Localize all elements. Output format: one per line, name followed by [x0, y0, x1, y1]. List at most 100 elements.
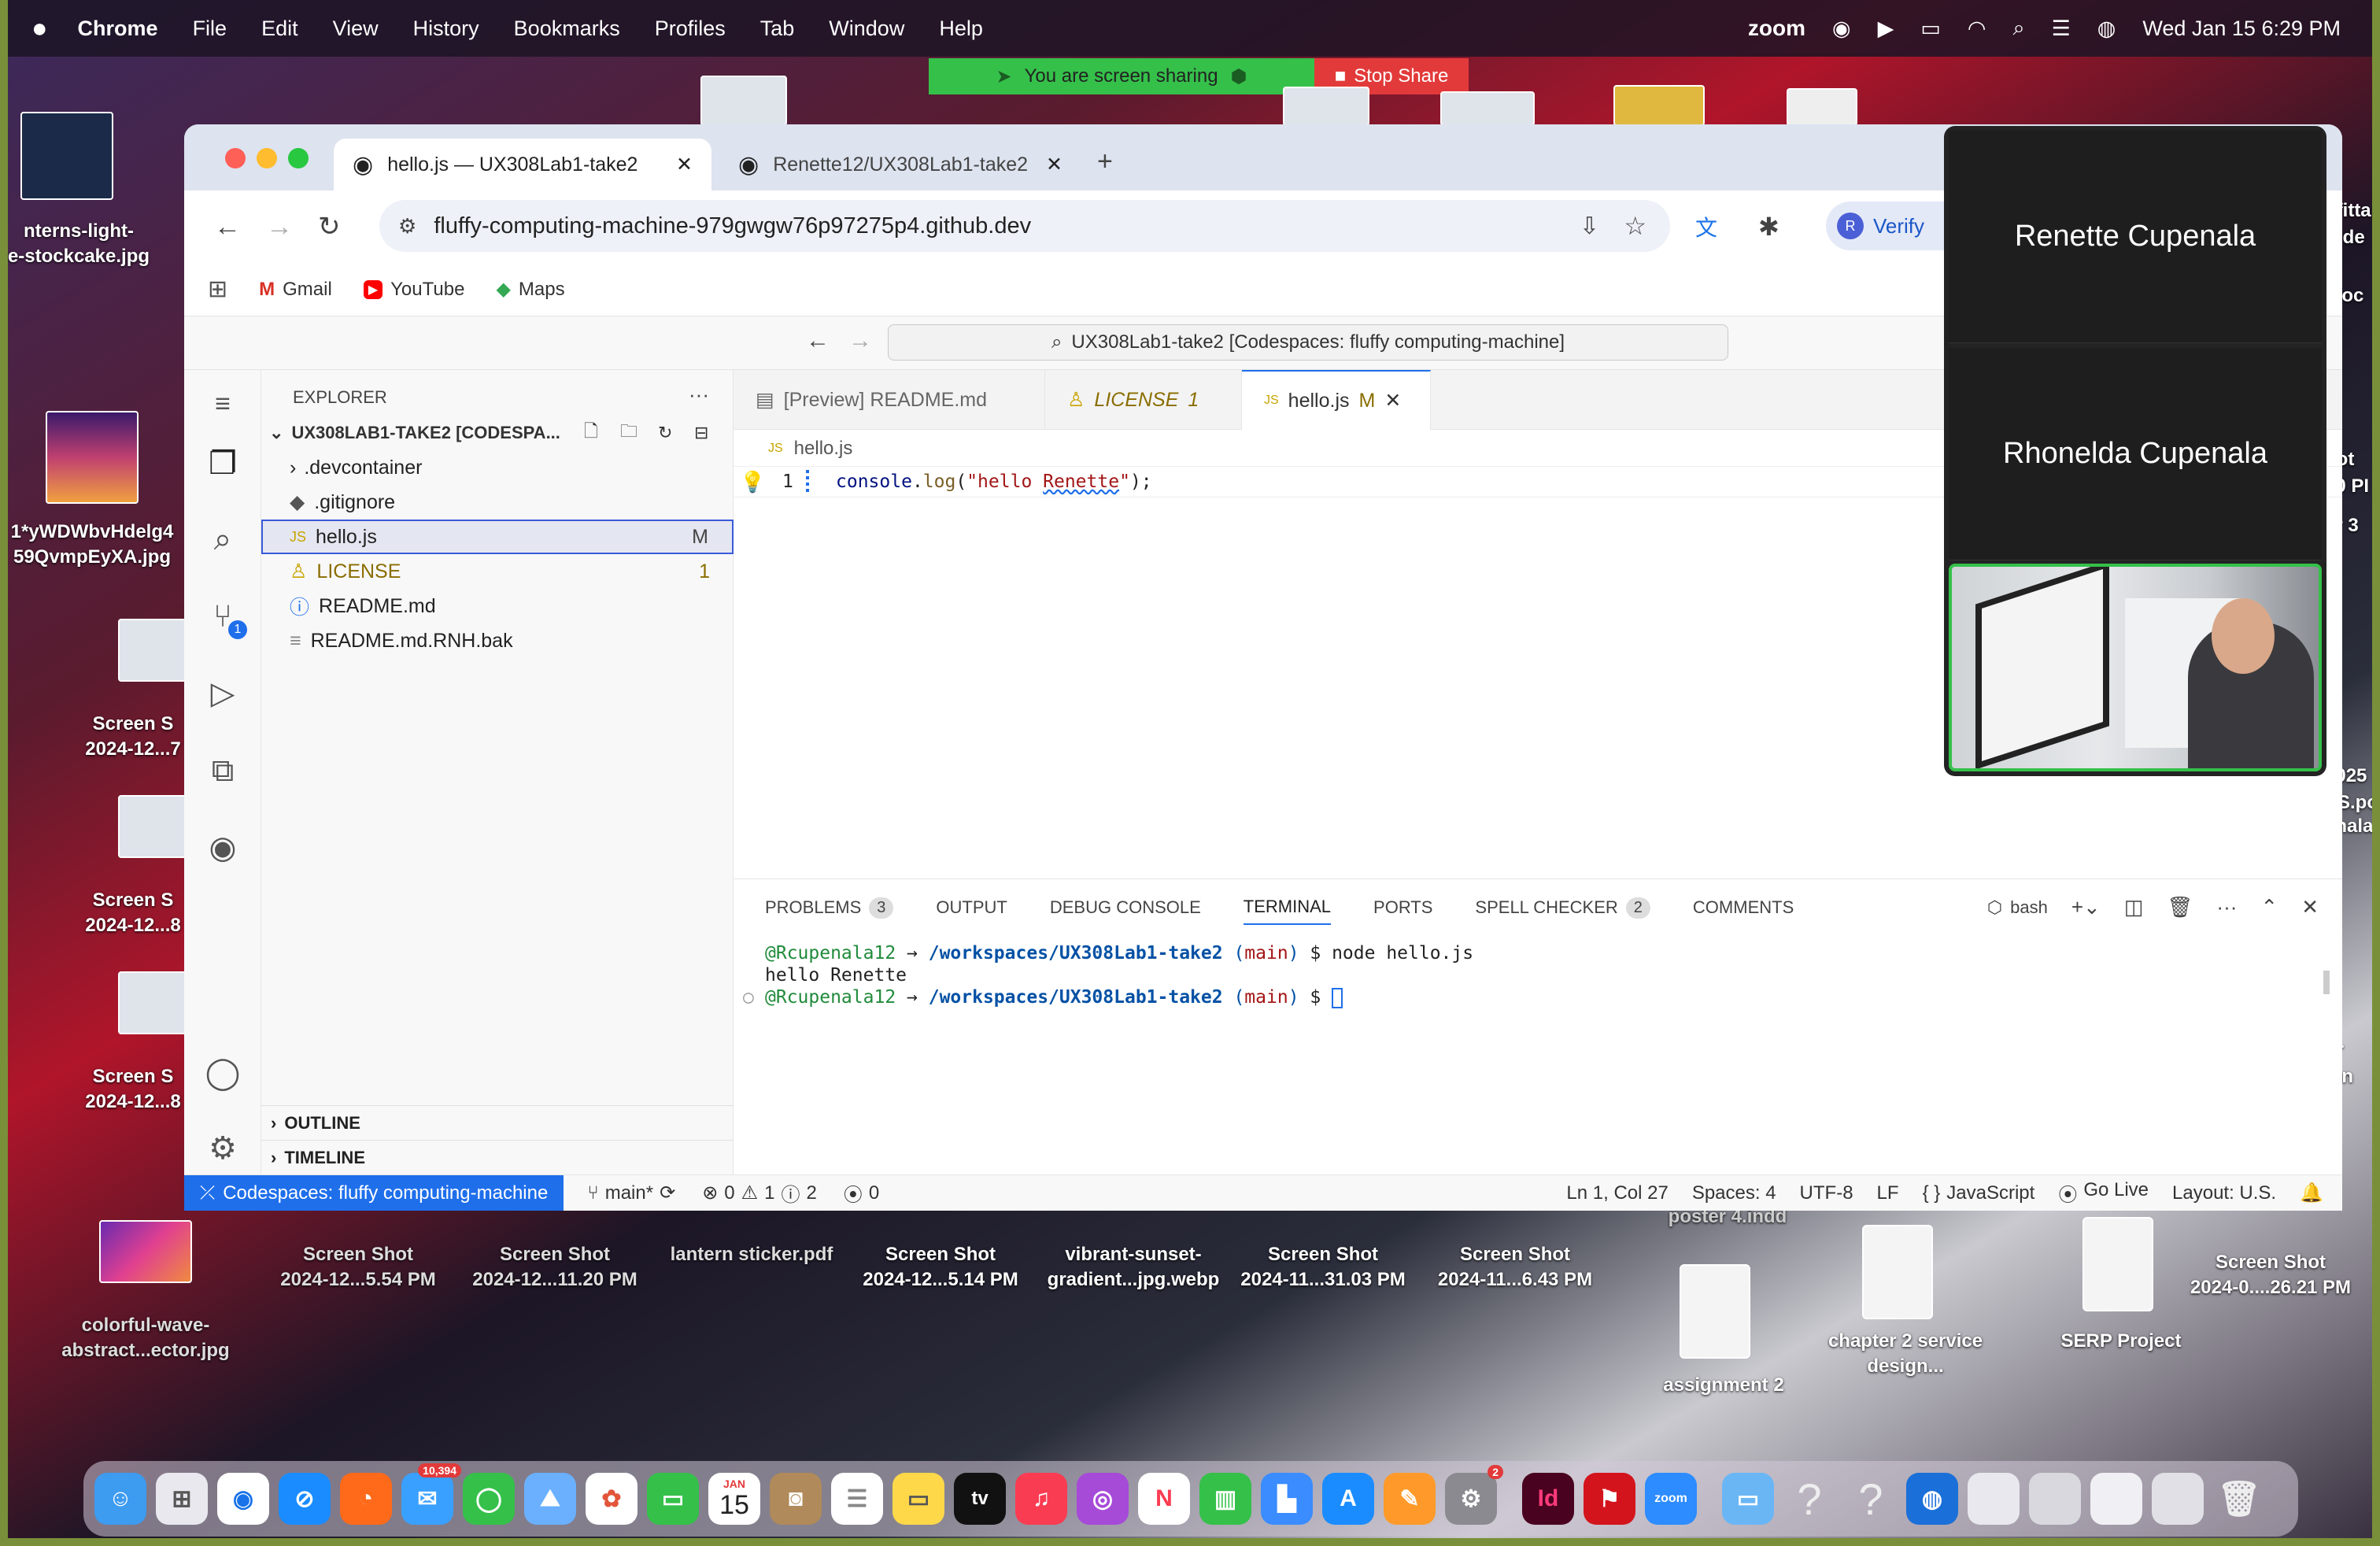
- desktop-file[interactable]: Screen S 2024-12...7: [74, 712, 192, 762]
- folder-icon[interactable]: ▭: [1722, 1473, 1774, 1525]
- reminders-icon[interactable]: ☰: [831, 1473, 883, 1525]
- document-icon[interactable]: [1862, 1225, 1933, 1319]
- desktop-thumb[interactable]: [700, 76, 787, 126]
- address-bar[interactable]: ⚙ fluffy-computing-machine-979gwgw76p972…: [379, 200, 1670, 252]
- maximize-panel-icon[interactable]: ⌃: [2260, 895, 2278, 919]
- nav-forward-icon[interactable]: →: [848, 327, 872, 354]
- menu-bookmarks[interactable]: Bookmarks: [514, 17, 620, 41]
- panel-tab-ports[interactable]: PORTS: [1373, 897, 1432, 918]
- facetime-icon[interactable]: ▭: [647, 1473, 699, 1525]
- desktop-file[interactable]: colorful-wave- abstract...ector.jpg: [47, 1313, 244, 1363]
- safari-icon[interactable]: ⊘: [279, 1473, 331, 1525]
- run-debug-icon[interactable]: ▷: [201, 672, 244, 715]
- trash-icon[interactable]: 🗑: [2167, 895, 2193, 919]
- command-center[interactable]: ⌕ UX308Lab1-take2 [Codespaces: fluffy co…: [888, 324, 1728, 361]
- panel-tab-problems[interactable]: PROBLEMS 3: [765, 897, 894, 919]
- tree-item-devcontainer[interactable]: › .devcontainer: [261, 450, 734, 485]
- editor-tab-license[interactable]: ♙ LICENSE 1: [1045, 370, 1242, 430]
- participant-video[interactable]: [1949, 564, 2322, 771]
- sharing-status[interactable]: ➤ You are screen sharing ⬢: [929, 58, 1314, 94]
- terminal-scrollbar[interactable]: [2323, 971, 2330, 994]
- extensions-icon[interactable]: ✱: [1758, 212, 1779, 242]
- desktop-thumb[interactable]: [1613, 85, 1705, 126]
- accounts-icon[interactable]: ◯: [201, 1052, 244, 1094]
- desktop-file[interactable]: Screen S 2024-12...8: [74, 1064, 192, 1115]
- site-settings-icon[interactable]: ⚙: [398, 214, 416, 239]
- keynote-icon[interactable]: ▙: [1261, 1473, 1313, 1525]
- battery-icon[interactable]: ▭: [1920, 17, 1941, 41]
- reload-icon[interactable]: ↻: [318, 211, 341, 242]
- recent-document-icon[interactable]: [2029, 1473, 2081, 1525]
- desktop-image-thumb[interactable]: [46, 411, 139, 504]
- desktop-file[interactable]: lantern sticker.pdf: [653, 1242, 850, 1267]
- terminal[interactable]: @Rcupenala12 → /workspaces/UX308Lab1-tak…: [743, 942, 1473, 1008]
- more-actions-icon[interactable]: ···: [2216, 895, 2237, 919]
- keyboard-layout[interactable]: Layout: U.S.: [2172, 1182, 2276, 1204]
- notes-icon[interactable]: ▭: [893, 1473, 944, 1525]
- extensions-icon[interactable]: ⧉: [201, 749, 244, 792]
- editor-tab-hello-js[interactable]: JS hello.js M ✕: [1242, 370, 1431, 430]
- explorer-more-button[interactable]: ···: [689, 383, 709, 407]
- breadcrumb[interactable]: JS hello.js: [768, 438, 852, 460]
- mail-icon[interactable]: ✉ 10,394: [401, 1463, 461, 1525]
- indentation[interactable]: Spaces: 4: [1692, 1182, 1776, 1204]
- problems-status[interactable]: ⊗ 0 ⚠ 1 ⓘ 2: [702, 1179, 817, 1207]
- panel-tab-comments[interactable]: COMMENTS: [1693, 897, 1794, 918]
- editor-tab-readme-preview[interactable]: ▤ [Preview] README.md: [734, 370, 1045, 430]
- panel-tab-spell-checker[interactable]: SPELL CHECKER 2: [1475, 897, 1650, 919]
- github-icon[interactable]: ◉: [201, 827, 244, 869]
- menu-profiles[interactable]: Profiles: [655, 17, 726, 41]
- desktop-image-thumb[interactable]: [99, 1220, 192, 1283]
- apps-grid-icon[interactable]: ⊞: [208, 276, 227, 303]
- settings-gear-icon[interactable]: ⚙: [201, 1127, 244, 1170]
- menu-help[interactable]: Help: [939, 17, 983, 41]
- panel-tab-output[interactable]: OUTPUT: [936, 897, 1007, 918]
- search-icon[interactable]: ⌕: [201, 518, 244, 560]
- ports-status[interactable]: ⦿ 0: [844, 1179, 879, 1207]
- control-center-icon[interactable]: ☰: [2052, 17, 2071, 41]
- source-control-icon[interactable]: ⑂ 1: [201, 595, 247, 639]
- siri-icon[interactable]: ◍: [2097, 17, 2116, 41]
- indesign-icon[interactable]: Id: [1522, 1473, 1574, 1525]
- new-terminal-icon[interactable]: +⌄: [2071, 895, 2101, 919]
- remote-indicator[interactable]: ⤫ Codespaces: fluffy computing-machine: [184, 1174, 564, 1211]
- desktop-image-thumb[interactable]: [118, 619, 189, 682]
- launchpad-icon[interactable]: ⊞: [156, 1473, 208, 1525]
- tree-item-readme-bak[interactable]: ≡ README.md.RNH.bak: [261, 623, 734, 658]
- desktop-file[interactable]: chapter 2 service design...: [1807, 1329, 2004, 1379]
- participant-tile[interactable]: Rhonelda Cupenala: [1949, 348, 2322, 560]
- desktop-file[interactable]: Screen Shot 2024-0....26.21 PM: [2172, 1250, 2369, 1300]
- recent-document-icon[interactable]: [2152, 1473, 2204, 1525]
- desktop-file[interactable]: 1*yWDWbvHdelg4 59QvmpEyXA.jpg: [8, 520, 183, 570]
- bookmark-star-icon[interactable]: ☆: [1624, 211, 1646, 241]
- desktop-file[interactable]: Screen S 2024-12...8: [74, 888, 192, 938]
- menu-window[interactable]: Window: [829, 17, 904, 41]
- go-live-button[interactable]: ⦿ Go Live: [2058, 1179, 2149, 1207]
- desktop-file[interactable]: assignment 2: [1629, 1373, 1818, 1398]
- news-icon[interactable]: N: [1138, 1473, 1190, 1525]
- desktop-file[interactable]: Screen Shot 2024-12...5.14 PM: [842, 1242, 1039, 1293]
- recent-document-icon[interactable]: [2090, 1473, 2142, 1525]
- acrobat-icon[interactable]: ⚑: [1584, 1473, 1635, 1525]
- terminal-shell-selector[interactable]: ⬡ bash: [1987, 897, 2048, 918]
- menu-tab[interactable]: Tab: [760, 17, 795, 41]
- panel-tab-debug-console[interactable]: DEBUG CONSOLE: [1050, 897, 1201, 918]
- branch-status[interactable]: ⑂ main* ⟳: [587, 1182, 675, 1204]
- unknown-app-icon[interactable]: ?: [1783, 1473, 1835, 1525]
- maps-icon[interactable]: ⛰: [524, 1473, 576, 1525]
- translate-icon[interactable]: 文: [1695, 211, 1717, 242]
- wifi-icon[interactable]: ◠: [1968, 17, 1986, 41]
- finder-icon[interactable]: ☺: [94, 1473, 146, 1525]
- desktop-file[interactable]: Screen Shot 2024-12...11.20 PM: [456, 1242, 653, 1293]
- trash-icon[interactable]: 🗑: [2213, 1473, 2265, 1525]
- messages-icon[interactable]: ◯: [463, 1473, 515, 1525]
- unknown-app-icon[interactable]: ?: [1845, 1473, 1897, 1525]
- document-icon[interactable]: [1680, 1264, 1750, 1359]
- language-mode[interactable]: { } JavaScript: [1923, 1182, 2035, 1204]
- numbers-icon[interactable]: ▥: [1199, 1473, 1251, 1525]
- zoom-menu-icon[interactable]: zoom: [1748, 16, 1805, 41]
- outline-section[interactable]: › OUTLINE: [261, 1105, 734, 1140]
- workspace-folder-header[interactable]: ⌄ UX308LAB1-TAKE2 [CODESPA... 🗋 🗀 ↻ ⊟: [261, 416, 734, 450]
- url-text[interactable]: fluffy-computing-machine-979gwgw76p97275…: [434, 213, 1031, 239]
- desktop-file[interactable]: SERP Project: [2023, 1329, 2219, 1354]
